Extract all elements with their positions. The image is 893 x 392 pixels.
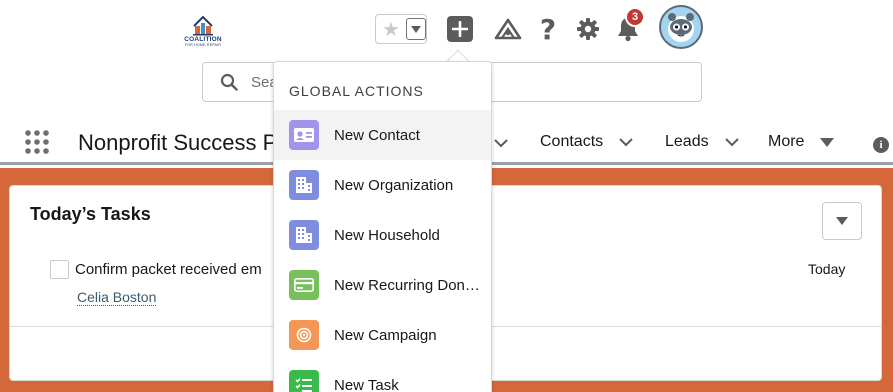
nav-item-chevron-down-icon[interactable] xyxy=(494,139,508,148)
user-avatar[interactable] xyxy=(659,5,703,49)
astro-avatar-icon xyxy=(668,13,694,42)
trailhead-mountain-icon xyxy=(494,18,522,40)
nav-item-label: Leads xyxy=(665,133,709,150)
favorites-dropdown-button[interactable] xyxy=(406,18,426,40)
menu-item-new-household[interactable]: New Household xyxy=(274,210,491,260)
nav-item-leads[interactable]: Leads xyxy=(665,133,739,151)
contact-card-icon xyxy=(289,120,319,150)
logo-tagline: FOR HOME REPAIR xyxy=(184,43,222,47)
menu-item-label: New Organization xyxy=(334,176,454,194)
global-actions-menu: GLOBAL ACTIONS New Contact New Organizat… xyxy=(273,61,492,392)
help-question-icon[interactable]: ? xyxy=(533,13,563,46)
card-menu-button[interactable] xyxy=(822,202,862,240)
menu-item-new-organization[interactable]: New Organization xyxy=(274,160,491,210)
trailhead-button[interactable] xyxy=(493,14,523,44)
menu-item-new-campaign[interactable]: New Campaign xyxy=(274,310,491,360)
menu-item-new-contact[interactable]: New Contact xyxy=(274,110,491,160)
chevron-down-icon[interactable] xyxy=(619,137,633,147)
global-actions-button[interactable] xyxy=(445,14,475,44)
logo-name: COALITION xyxy=(184,36,222,43)
task-subject-link[interactable]: Confirm packet received em xyxy=(75,261,262,278)
caret-down-icon xyxy=(836,217,848,225)
setup-gear-icon[interactable] xyxy=(573,14,603,44)
menu-item-new-recurring-donation[interactable]: New Recurring Don… xyxy=(274,260,491,310)
app-name: Nonprofit Success P xyxy=(78,130,278,155)
nav-item-label: More xyxy=(768,133,805,150)
task-due-date: Today xyxy=(808,261,846,277)
caret-down-icon xyxy=(820,138,835,147)
task-contact-link[interactable]: Celia Boston xyxy=(77,290,157,306)
nav-item-more[interactable]: More xyxy=(768,133,835,151)
caret-down-icon xyxy=(411,25,421,33)
plus-icon xyxy=(447,16,473,42)
menu-item-label: New Contact xyxy=(334,126,420,144)
info-icon[interactable]: i xyxy=(873,137,889,153)
chevron-down-icon[interactable] xyxy=(724,137,739,147)
credit-card-icon xyxy=(289,270,319,300)
app-launcher-grid-icon[interactable] xyxy=(24,129,50,155)
favorites-control: ★ xyxy=(375,14,427,44)
menu-item-label: New Recurring Don… xyxy=(334,276,480,294)
favorite-star-icon[interactable]: ★ xyxy=(376,15,406,43)
menu-item-label: New Task xyxy=(334,376,399,392)
nav-item-label: Contacts xyxy=(540,133,604,150)
nav-item-contacts[interactable]: Contacts xyxy=(540,133,633,151)
menu-item-new-task[interactable]: New Task xyxy=(274,360,491,392)
menu-item-label: New Household xyxy=(334,226,440,244)
menu-item-label: New Campaign xyxy=(334,326,437,344)
task-checkbox[interactable] xyxy=(50,260,69,279)
building-icon xyxy=(289,170,319,200)
building-icon xyxy=(289,220,319,250)
target-icon xyxy=(289,320,319,350)
card-title: Today’s Tasks xyxy=(30,204,151,224)
notification-count-badge: 3 xyxy=(625,7,645,27)
task-list-icon xyxy=(289,370,319,392)
menu-header: GLOBAL ACTIONS xyxy=(289,83,424,99)
search-icon xyxy=(220,73,238,91)
